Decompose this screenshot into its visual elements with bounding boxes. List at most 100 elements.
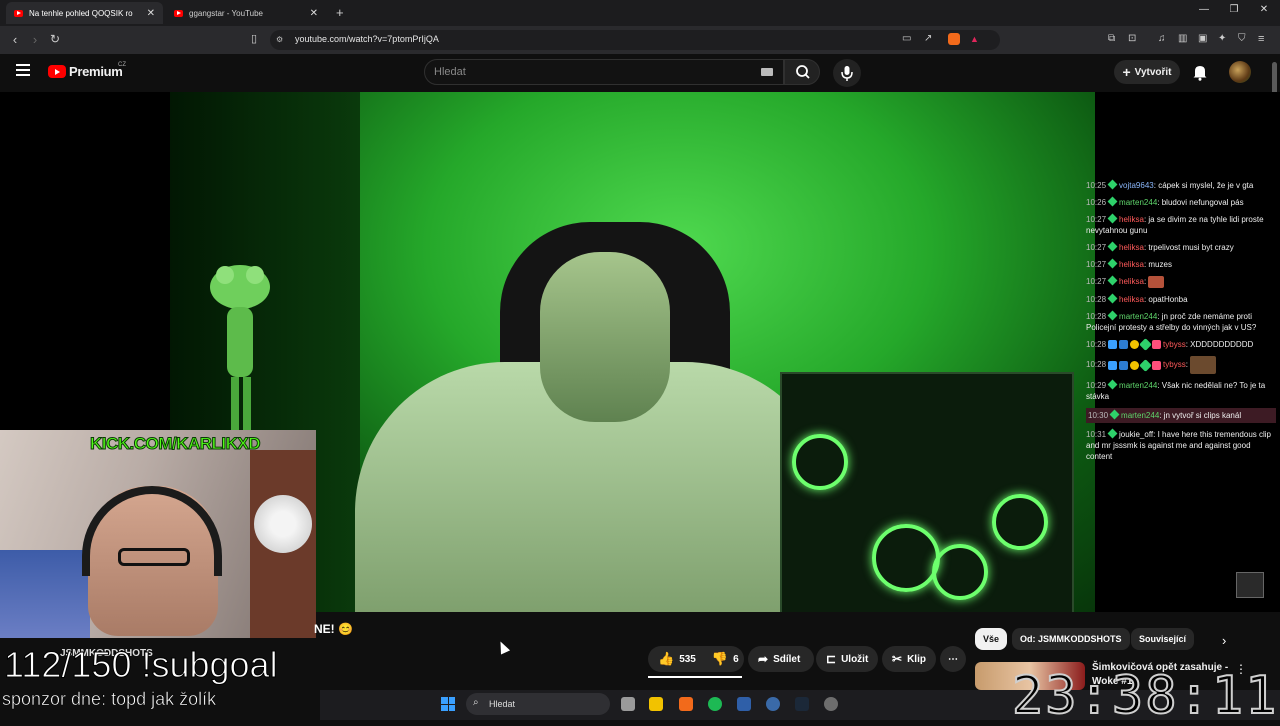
chat-message-highlighted: 10:30 marten244: jn vytvoř si clips kanál — [1086, 408, 1276, 423]
window-close-icon[interactable]: ✕ — [1256, 4, 1272, 15]
search-placeholder: Hledat — [434, 66, 466, 78]
taskbar-search[interactable] — [466, 693, 610, 715]
notifications-button[interactable] — [1192, 63, 1208, 81]
like-ratio-bar — [648, 676, 742, 678]
clip-button[interactable]: ✂ Klip — [882, 646, 936, 672]
account-avatar[interactable] — [1229, 61, 1251, 83]
chat-time: 10:30 — [1088, 411, 1109, 420]
app-icon[interactable] — [737, 697, 751, 711]
chat-badges — [1108, 338, 1162, 352]
chat-message: 10:28 heliksa: opatHonba — [1086, 293, 1188, 304]
browser-tab[interactable]: ggangstar - YouTube ✕ — [166, 2, 326, 24]
chip-from-channel[interactable]: Od: JSMMKODDSHOTS — [1012, 628, 1130, 650]
search-input[interactable] — [424, 59, 784, 85]
chat-user: tybyss — [1163, 360, 1186, 370]
chat-time: 10:29 — [1086, 381, 1107, 390]
music-icon[interactable]: ♫ — [1158, 33, 1166, 44]
search-icon — [796, 65, 810, 79]
brave-browser-icon[interactable] — [679, 697, 693, 711]
screenshot-icon[interactable]: ⊡ — [1128, 33, 1136, 44]
browser-tab-active[interactable]: Na tenhle pohled QOQSIK ro ✕ — [6, 2, 163, 24]
taskbar-search-label: Hledat — [489, 699, 516, 709]
thumbs-up-icon[interactable]: 👍 — [658, 651, 674, 667]
like-count: 535 — [679, 653, 696, 665]
chat-user: marten244 — [1119, 198, 1158, 207]
rgb-fan — [932, 544, 988, 600]
url-text[interactable]: youtube.com/watch?v=7ptomPrIjQA — [295, 34, 439, 44]
steam-icon[interactable] — [795, 697, 809, 711]
share-button[interactable]: ➦ Sdílet — [748, 646, 814, 672]
rewards-icon[interactable]: ▲ — [970, 34, 979, 44]
stream-clock: 23:38:11 — [1011, 665, 1279, 726]
chip-related[interactable]: Související — [1131, 628, 1195, 650]
mod-badge-icon — [1107, 196, 1118, 207]
chat-message: 10:25 vojta9643: cápek si myslel, že je v… — [1086, 179, 1254, 190]
cast-icon[interactable]: ▭ — [902, 33, 911, 44]
plus-icon: + — [1122, 64, 1131, 80]
chat-message: 10:28 marten244: jn proč zde nemáme proti… — [1086, 310, 1257, 332]
share-label: Sdílet — [773, 653, 801, 665]
chat-message: 10:28 tybyss: — [1086, 356, 1276, 374]
badge-icon — [1130, 340, 1140, 350]
spotify-icon[interactable] — [708, 697, 722, 711]
leo-ai-icon[interactable]: ✦ — [1218, 33, 1226, 44]
like-dislike-control[interactable]: 👍 535 👎 6 — [648, 646, 744, 672]
chat-text: trpelivost musi byt crazy — [1148, 243, 1234, 252]
site-info-icon[interactable]: ⚙ — [276, 35, 283, 44]
bed — [0, 550, 90, 638]
desk-fan — [254, 495, 312, 553]
wallet-icon[interactable]: ▣ — [1198, 33, 1207, 44]
keyboard-icon[interactable] — [761, 68, 773, 76]
browser-menu-icon[interactable]: ≡ — [1258, 33, 1264, 45]
windows-start-icon[interactable] — [441, 697, 455, 711]
close-icon[interactable]: ✕ — [147, 8, 155, 19]
mod-badge-icon — [1107, 293, 1118, 304]
back-icon[interactable]: ‹ — [7, 32, 23, 47]
chat-message: 10:31 joukie_off: I have here this tremen… — [1086, 428, 1271, 461]
vpn-icon[interactable]: ⛉ — [1238, 33, 1246, 44]
streamer-head — [540, 252, 670, 422]
microphone-icon — [841, 66, 853, 81]
hamburger-menu-icon[interactable] — [16, 64, 30, 76]
chat-time: 10:28 — [1086, 295, 1107, 304]
chat-message: 10:28 tybyss: XDDDDDDDDDD — [1086, 338, 1276, 352]
badge-icon — [1139, 338, 1152, 352]
badge-icon — [1119, 360, 1129, 370]
chat-time: 10:25 — [1086, 181, 1107, 190]
youtube-premium-logo[interactable]: Premium — [48, 64, 123, 79]
chevron-right-icon[interactable]: › — [1222, 633, 1226, 648]
app-icon[interactable] — [766, 697, 780, 711]
obs-icon[interactable] — [824, 697, 838, 711]
save-button[interactable]: ⊏ Uložit — [816, 646, 878, 672]
reload-icon[interactable]: ↻ — [47, 32, 63, 46]
thumbs-down-icon[interactable]: 👎 — [712, 651, 728, 667]
new-tab-icon[interactable]: + — [336, 5, 344, 20]
chat-user: heliksa — [1119, 295, 1144, 304]
search-button[interactable] — [784, 59, 820, 85]
more-actions-button[interactable]: ⋯ — [940, 646, 966, 672]
close-icon[interactable]: ✕ — [310, 8, 318, 19]
create-button[interactable]: + Vytvořit — [1114, 60, 1180, 84]
chat-time: 10:27 — [1086, 277, 1107, 287]
chat-text: bludovi nefungoval pás — [1161, 198, 1244, 207]
voice-search-button[interactable] — [833, 59, 861, 87]
bookmark-icon[interactable]: ▯ — [246, 32, 262, 45]
chat-message: 10:27 heliksa: — [1086, 275, 1276, 288]
file-explorer-icon[interactable] — [649, 697, 663, 711]
chip-all[interactable]: Vše — [975, 628, 1008, 650]
subgoal-text: 112/150 !subgoal — [4, 644, 279, 686]
create-label: Vytvořit — [1134, 66, 1172, 78]
extensions-icon[interactable]: ⧉ — [1108, 33, 1115, 44]
chat-emote-icon — [1190, 356, 1217, 374]
restore-icon[interactable]: ❐ — [1226, 4, 1242, 15]
sidebar-icon[interactable]: ▥ — [1178, 33, 1187, 44]
forward-icon[interactable]: › — [27, 32, 43, 47]
tab-title: Na tenhle pohled QOQSIK ro — [29, 8, 133, 18]
share-page-icon[interactable]: ↗ — [924, 33, 932, 44]
brave-shield-icon[interactable] — [948, 33, 960, 45]
minimize-icon[interactable]: — — [1196, 4, 1212, 15]
badge-icon — [1139, 358, 1152, 372]
task-view-icon[interactable] — [621, 697, 635, 711]
chat-message: 10:27 heliksa: ja se divim ze na tyhle li… — [1086, 213, 1264, 235]
badge-icon — [1152, 340, 1162, 350]
